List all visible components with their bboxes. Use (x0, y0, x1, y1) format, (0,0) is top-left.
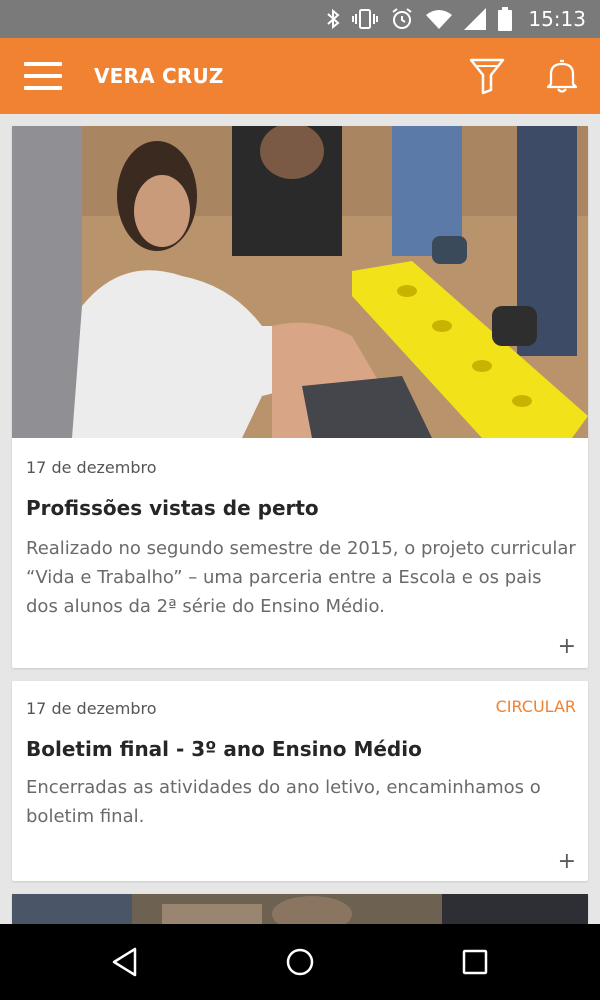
filter-icon[interactable] (468, 56, 506, 96)
app-title: VERA CRUZ (94, 64, 224, 88)
alarm-icon (392, 8, 412, 29)
category-tag: CIRCULAR (495, 697, 576, 716)
news-title[interactable]: Profissões vistas de perto (26, 496, 319, 520)
back-icon[interactable] (105, 942, 145, 982)
expand-plus-icon[interactable]: + (558, 636, 576, 658)
news-date: 17 de dezembro (26, 699, 157, 718)
status-bar: 15:13 (0, 0, 600, 38)
news-photo (12, 126, 588, 438)
news-description: Encerradas as atividades do ano letivo, … (26, 777, 541, 827)
recents-icon[interactable] (455, 942, 495, 982)
news-feed: 17 de dezembro Profissões vistas de pert… (0, 114, 600, 924)
bluetooth-icon (327, 8, 340, 30)
clock-time: 15:13 (528, 7, 586, 31)
news-card[interactable] (12, 894, 588, 924)
news-description: Realizado no segundo semestre de 2015, o… (26, 538, 576, 617)
news-title[interactable]: Boletim final - 3º ano Ensino Médio (26, 737, 422, 761)
bell-icon[interactable] (544, 56, 580, 96)
vibrate-icon (352, 9, 379, 29)
signal-icon (464, 8, 487, 30)
app-bar: VERA CRUZ (0, 38, 600, 114)
expand-plus-icon[interactable]: + (558, 851, 576, 873)
hamburger-menu-icon[interactable] (24, 62, 64, 92)
news-card[interactable]: 17 de dezembro CIRCULAR Boletim final - … (12, 681, 588, 881)
wifi-icon (426, 10, 453, 29)
home-icon[interactable] (280, 942, 320, 982)
news-date: 17 de dezembro (26, 458, 157, 477)
news-photo (12, 894, 588, 924)
news-card[interactable]: 17 de dezembro Profissões vistas de pert… (12, 126, 588, 668)
battery-icon (498, 7, 513, 31)
navigation-bar (0, 924, 600, 1000)
